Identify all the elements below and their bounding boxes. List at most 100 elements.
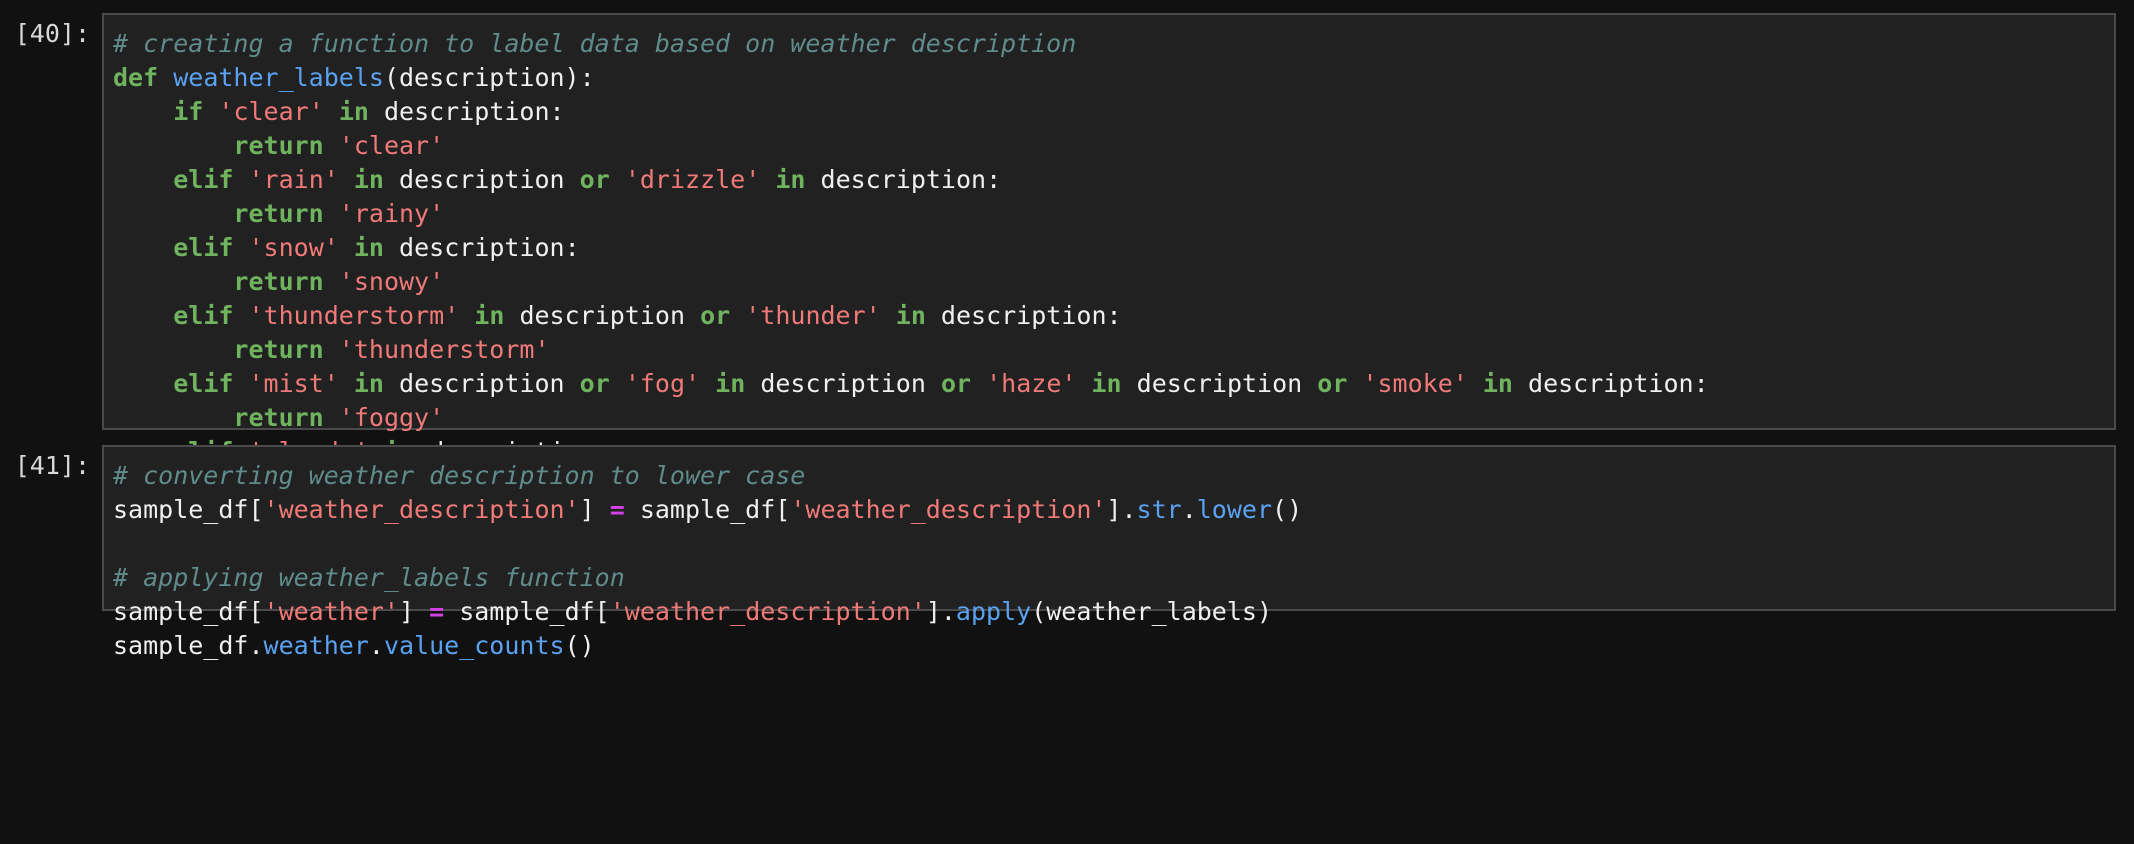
code-line: return 'clear': [113, 129, 2114, 163]
code-keyword: or: [1317, 369, 1348, 398]
code-string: 'drizzle': [624, 165, 761, 194]
code-text: ]: [579, 495, 610, 524]
code-string: 'mist': [248, 369, 339, 398]
code-text: description:: [805, 165, 1002, 194]
code-cell[interactable]: # creating a function to label data base…: [102, 13, 2116, 568]
code-cell[interactable]: # converting weather description to lowe…: [102, 445, 2116, 660]
code-text: .: [368, 631, 384, 660]
code-line: def weather_labels(description):: [113, 61, 2114, 95]
code-keyword: or: [940, 369, 972, 398]
code-line: elif 'mist' in description or 'fog' in d…: [113, 367, 2114, 401]
code-keyword: return: [233, 335, 324, 364]
cell-prompt: [41]:: [14, 451, 90, 480]
code-string: 'rain': [248, 165, 339, 194]
code-line: elif 'snow' in description:: [113, 231, 2114, 265]
code-text: description: [1121, 369, 1318, 398]
code-string: 'snow': [248, 233, 339, 262]
code-keyword: elif: [173, 165, 234, 194]
code-name: weather: [263, 631, 369, 660]
code-comment: # creating a function to label data base…: [113, 29, 1077, 58]
code-line: sample_df['weather'] = sample_df['weathe…: [113, 595, 2114, 629]
code-string: 'weather': [263, 597, 399, 626]
code-keyword: return: [233, 131, 324, 160]
code-line: elif 'rain' in description or 'drizzle' …: [113, 163, 2114, 197]
code-comment: # converting weather description to lowe…: [113, 461, 806, 490]
code-text: description: [383, 369, 580, 398]
code-keyword: in: [474, 301, 505, 330]
code-keyword: in: [1482, 369, 1513, 398]
code-string: 'thunder': [745, 301, 881, 330]
code-operator: =: [429, 597, 445, 626]
code-line: return 'snowy': [113, 265, 2114, 299]
code-keyword: in: [353, 233, 384, 262]
code-keyword: def: [113, 63, 159, 92]
code-keyword: in: [338, 97, 369, 126]
code-keyword: return: [233, 403, 324, 432]
code-text: description:: [1512, 369, 1709, 398]
code-keyword: if: [173, 97, 204, 126]
code-line: # creating a function to label data base…: [113, 27, 2114, 61]
code-string: 'clear': [338, 131, 445, 160]
code-text: description:: [383, 233, 580, 262]
code-keyword: in: [1091, 369, 1122, 398]
code-comment: # applying weather_labels function: [113, 563, 625, 592]
code-keyword: or: [700, 301, 731, 330]
code-keyword: in: [895, 301, 926, 330]
code-text: (description):: [383, 63, 595, 92]
code-keyword: return: [233, 267, 324, 296]
code-string: 'smoke': [1362, 369, 1468, 398]
code-text: sample_df[: [113, 597, 264, 626]
code-text: (): [564, 631, 595, 660]
code-text: sample_df[: [444, 597, 610, 626]
code-string: 'thunderstorm': [338, 335, 550, 364]
code-text: description: [745, 369, 941, 398]
code-keyword: or: [579, 165, 610, 194]
code-string: 'fog': [624, 369, 701, 398]
code-name: str: [1136, 495, 1182, 524]
code-string: 'weather_description': [263, 495, 580, 524]
code-text: sample_df[: [113, 495, 264, 524]
code-string: 'snowy': [338, 267, 445, 296]
code-operator: =: [609, 495, 625, 524]
code-text: description: [504, 301, 701, 330]
code-line: return 'foggy': [113, 401, 2114, 435]
code-text: (weather_labels): [1031, 597, 1273, 626]
code-keyword: in: [353, 165, 384, 194]
code-keyword: elif: [173, 301, 234, 330]
code-text: (): [1272, 495, 1303, 524]
code-keyword: in: [353, 369, 384, 398]
code-line: # applying weather_labels function: [113, 561, 2114, 595]
code-text: sample_df.: [113, 631, 264, 660]
code-keyword: or: [579, 369, 610, 398]
code-string: 'haze': [986, 369, 1077, 398]
code-editor[interactable]: # converting weather description to lowe…: [104, 447, 2114, 663]
code-text: ]: [398, 597, 430, 626]
code-line: if 'clear' in description:: [113, 95, 2114, 129]
